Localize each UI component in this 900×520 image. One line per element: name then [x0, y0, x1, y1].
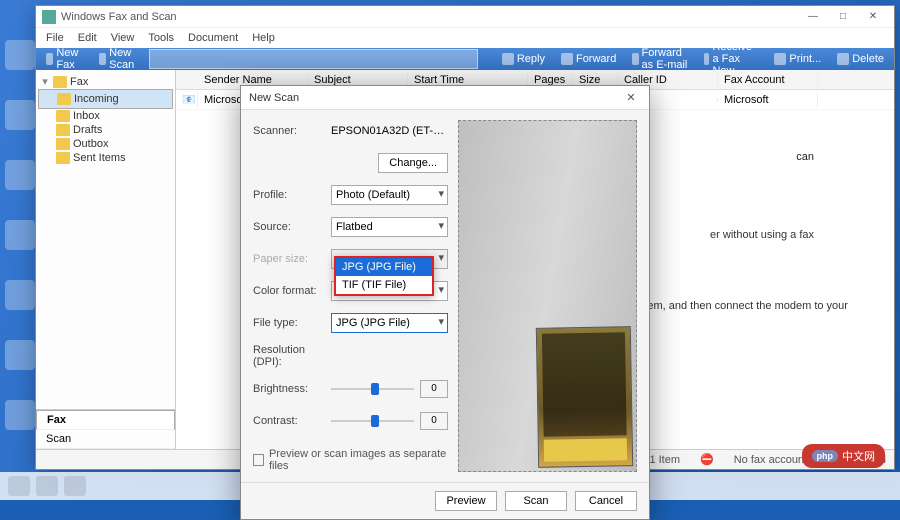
desktop-icon[interactable] [5, 40, 35, 70]
contrast-value[interactable]: 0 [420, 412, 448, 430]
scan-icon [99, 53, 106, 65]
profile-label: Profile: [253, 189, 325, 201]
maximize-button[interactable]: □ [828, 8, 858, 26]
taskbar-icon[interactable] [64, 476, 86, 496]
folder-tree: ▾Fax Incoming Inbox Drafts Outbox Sent I… [36, 70, 175, 409]
tree-drafts[interactable]: Drafts [38, 123, 173, 137]
row-icon: 📧 [176, 91, 198, 108]
menu-edit[interactable]: Edit [72, 30, 103, 46]
forward-button[interactable]: Forward [555, 51, 622, 67]
menubar: File Edit View Tools Document Help [36, 28, 894, 48]
menu-file[interactable]: File [40, 30, 70, 46]
desktop-icon[interactable] [5, 280, 35, 310]
reply-icon [502, 53, 514, 65]
receive-icon [704, 53, 710, 65]
app-icon [42, 10, 56, 24]
scanner-value: EPSON01A32D (ET-2850 Ser... [331, 125, 448, 137]
col-icon[interactable] [176, 78, 198, 82]
filetype-dropdown: JPG (JPG File) TIF (TIF File) [334, 256, 434, 296]
folder-icon [56, 110, 70, 122]
toolbar-selected[interactable] [149, 49, 478, 69]
taskbar-icon[interactable] [36, 476, 58, 496]
cancel-button[interactable]: Cancel [575, 491, 637, 511]
separate-files-label: Preview or scan images as separate files [269, 448, 448, 472]
new-fax-button[interactable]: New Fax [40, 45, 89, 73]
tree-inbox[interactable]: Inbox [38, 109, 173, 123]
new-scan-button[interactable]: New Scan [93, 45, 145, 73]
tab-fax[interactable]: Fax [36, 410, 175, 430]
tree-root-fax[interactable]: ▾Fax [38, 74, 173, 89]
desktop-icon[interactable] [5, 160, 35, 190]
menu-document[interactable]: Document [182, 30, 244, 46]
preview-button[interactable]: Preview [435, 491, 497, 511]
forward-email-button[interactable]: Forward as E-mail [626, 45, 693, 73]
email-icon [632, 53, 638, 65]
php-logo: php [812, 450, 839, 462]
close-button[interactable]: ✕ [858, 8, 888, 26]
window-title: Windows Fax and Scan [61, 11, 798, 23]
desktop-icon[interactable] [5, 100, 35, 130]
scanner-label: Scanner: [253, 125, 325, 137]
fax-icon [46, 53, 53, 65]
source-label: Source: [253, 221, 325, 233]
colorformat-label: Color format: [253, 285, 325, 297]
desktop-icon[interactable] [5, 340, 35, 370]
toolbar: New Fax New Scan Reply Forward Forward a… [36, 48, 894, 70]
bottom-tabs: Fax Scan [36, 409, 175, 449]
taskbar-icon[interactable] [8, 476, 30, 496]
status-items: 1 Item [649, 454, 680, 466]
source-select[interactable] [331, 217, 448, 237]
tree-outbox[interactable]: Outbox [38, 137, 173, 151]
filetype-option-tif[interactable]: TIF (TIF File) [336, 276, 432, 294]
tree-sent[interactable]: Sent Items [38, 151, 173, 165]
dialog-close-button[interactable]: ✕ [621, 91, 641, 104]
folder-icon [56, 124, 70, 136]
filetype-option-jpg[interactable]: JPG (JPG File) [336, 258, 432, 276]
reply-button[interactable]: Reply [496, 51, 551, 67]
scan-button[interactable]: Scan [505, 491, 567, 511]
row-account: Microsoft [718, 92, 818, 108]
scanned-image-thumbnail[interactable] [536, 326, 633, 468]
desktop-icon[interactable] [5, 400, 35, 430]
tree-incoming[interactable]: Incoming [38, 89, 173, 109]
desktop-icon[interactable] [5, 220, 35, 250]
folder-icon [57, 93, 71, 105]
profile-select[interactable] [331, 185, 448, 205]
contrast-slider[interactable] [331, 412, 414, 430]
folder-icon [56, 138, 70, 150]
minimize-button[interactable]: — [798, 8, 828, 26]
new-scan-dialog: New Scan ✕ Scanner: EPSON01A32D (ET-2850… [240, 85, 650, 520]
scan-preview-area[interactable] [458, 120, 637, 472]
filetype-label: File type: [253, 317, 325, 329]
delete-button[interactable]: Delete [831, 51, 890, 67]
folder-icon [53, 76, 67, 88]
delete-icon [837, 53, 849, 65]
dialog-titlebar[interactable]: New Scan ✕ [241, 86, 649, 110]
separate-files-checkbox[interactable] [253, 454, 264, 466]
brightness-value[interactable]: 0 [420, 380, 448, 398]
sidebar: ▾Fax Incoming Inbox Drafts Outbox Sent I… [36, 70, 176, 449]
brightness-slider[interactable] [331, 380, 414, 398]
print-icon [774, 53, 786, 65]
dialog-title: New Scan [249, 92, 621, 104]
menu-tools[interactable]: Tools [142, 30, 180, 46]
filetype-select[interactable] [331, 313, 448, 333]
contrast-label: Contrast: [253, 415, 325, 427]
papersize-label: Paper size: [253, 253, 325, 265]
resolution-label: Resolution (DPI): [253, 344, 325, 368]
tab-scan[interactable]: Scan [36, 430, 175, 449]
brightness-label: Brightness: [253, 383, 325, 395]
menu-view[interactable]: View [105, 30, 141, 46]
col-account[interactable]: Fax Account [718, 72, 818, 88]
change-scanner-button[interactable]: Change... [378, 153, 448, 173]
titlebar[interactable]: Windows Fax and Scan — □ ✕ [36, 6, 894, 28]
menu-help[interactable]: Help [246, 30, 281, 46]
print-button[interactable]: Print... [768, 51, 827, 67]
forward-icon [561, 53, 573, 65]
folder-icon [56, 152, 70, 164]
watermark: php 中文网 [802, 444, 886, 468]
